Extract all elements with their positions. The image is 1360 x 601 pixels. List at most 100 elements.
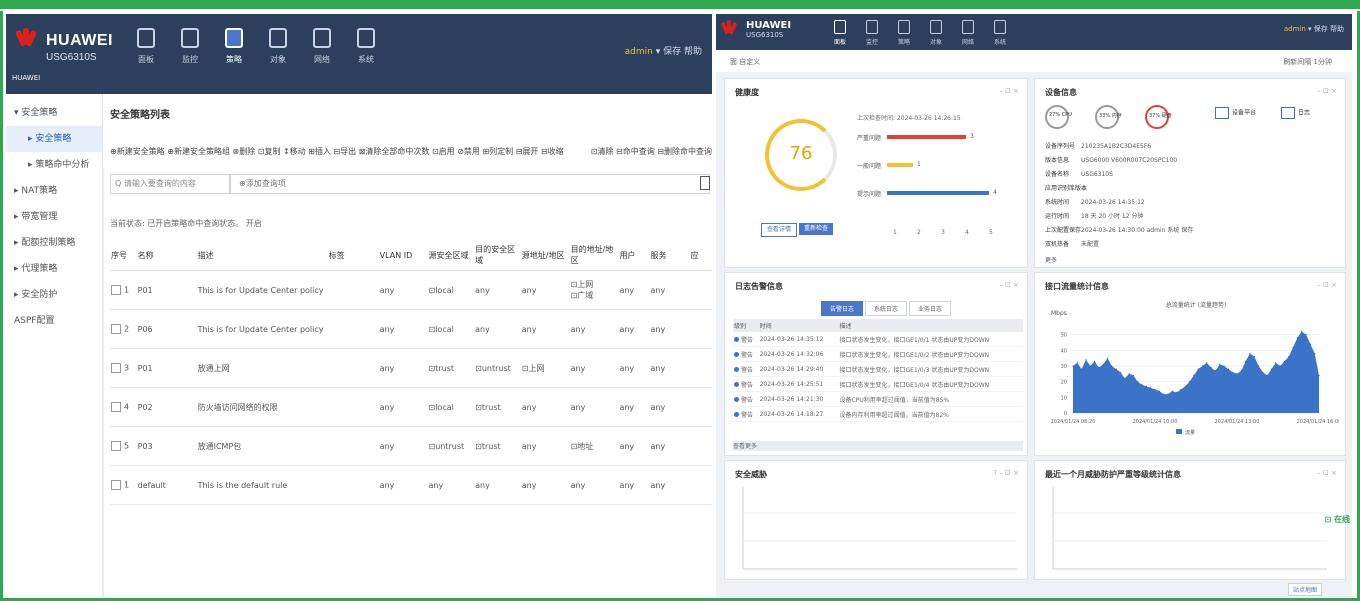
- panel-controls-icon[interactable]: – ⊡ ×: [1317, 281, 1337, 289]
- left-user-info[interactable]: admin ▾ 保存 帮助: [625, 44, 702, 57]
- column-header[interactable]: 名称: [136, 240, 197, 271]
- column-header[interactable]: 描述: [196, 240, 328, 271]
- nav-tab-1[interactable]: 监控: [856, 16, 888, 46]
- cell-vlan: any: [379, 402, 395, 412]
- nav-tab-label: 对象: [929, 39, 942, 46]
- sidebar-item[interactable]: ▸ 代理策略: [6, 256, 102, 282]
- column-header[interactable]: 目的地址/地区: [569, 240, 619, 271]
- search-input[interactable]: Q 请输入要查询的内容: [110, 174, 230, 194]
- sidebar-item[interactable]: ▸ NAT策略: [6, 178, 102, 204]
- sidebar-item[interactable]: ▸ 配额控制策略: [6, 230, 102, 256]
- sidebar-item[interactable]: ▾ 安全策略: [6, 100, 102, 126]
- chat-button[interactable]: ⊡ 在线: [1325, 514, 1351, 525]
- row-checkbox[interactable]: [111, 324, 121, 334]
- table-cell: any: [618, 387, 650, 427]
- level-dot-icon: [734, 381, 739, 387]
- export-icon[interactable]: [700, 176, 710, 190]
- nav-tab-1[interactable]: 监控: [168, 22, 212, 65]
- nav-tab-4[interactable]: 网络: [952, 16, 984, 46]
- user-links[interactable]: ▾ 保存 帮助: [656, 47, 702, 57]
- brand: HUAWEI USG6310S: [46, 32, 113, 63]
- y-tick-label: 40: [1061, 348, 1067, 354]
- column-header[interactable]: 目的安全区域: [474, 240, 521, 271]
- column-header[interactable]: 源安全区域: [427, 240, 475, 271]
- column-header[interactable]: VLAN ID: [378, 240, 428, 271]
- sidebar-item[interactable]: ▸ 带宽管理: [6, 204, 102, 230]
- table-row[interactable]: 1 P01 This is for Update Center policy any ⊡…: [110, 270, 712, 310]
- log-tab[interactable]: 告警日志: [821, 301, 864, 316]
- nav-tab-5[interactable]: 系统: [984, 16, 1016, 46]
- row-checkbox[interactable]: [111, 402, 121, 412]
- nav-tab-3[interactable]: 对象: [256, 22, 300, 65]
- log-column-header: 时间: [758, 319, 839, 332]
- sidebar-scrollbar[interactable]: [102, 168, 104, 598]
- row-checkbox[interactable]: [111, 363, 121, 373]
- nav-tab-4[interactable]: 网络: [300, 22, 344, 65]
- log-row[interactable]: 警告 2024-03-26 14:18:27 设备内存利用率超过阈值，当前值为82%: [733, 406, 1023, 422]
- column-header[interactable]: 服务: [649, 240, 690, 271]
- nav-tab-2[interactable]: 策略: [212, 22, 256, 65]
- row-checkbox[interactable]: [111, 285, 121, 295]
- table-row[interactable]: 5 P03 放通ICMP包 any ⊡untrust ⊡trust any ⊡地址 any any: [110, 426, 712, 466]
- device-more-link[interactable]: 更多: [1045, 255, 1057, 264]
- nav-tab-5[interactable]: 系统: [344, 22, 388, 65]
- device-info-value: 210235A1B2C3D4E5F6: [1081, 143, 1152, 150]
- user-links[interactable]: ▾ 保存 帮助: [1308, 25, 1344, 33]
- log-row[interactable]: 警告 2024-03-26 14:29:40 接口状态发生变化，接口GE1/0/3 …: [733, 361, 1023, 377]
- toolbar-right[interactable]: ⊡清除 ⊟命中查询 ⊟删除命中查询: [591, 146, 712, 157]
- cell-desc: This is for Update Center policy: [197, 285, 324, 295]
- panel-controls-icon[interactable]: – ⊡ ×: [1317, 469, 1337, 477]
- log-desc: 设备内存利用率超过阈值，当前值为82%: [838, 406, 1023, 422]
- column-header[interactable]: 标签: [327, 240, 379, 271]
- view-details-button[interactable]: 查看详情: [761, 223, 798, 237]
- nav-tab-0[interactable]: 面板: [124, 22, 168, 65]
- user-name[interactable]: admin: [1284, 25, 1306, 33]
- custom-view-link[interactable]: 面 自定义: [730, 57, 760, 67]
- column-header[interactable]: 应: [689, 240, 712, 271]
- log-row[interactable]: 警告 2024-03-26 14:25:51 接口状态发生变化，接口GE1/0/4 …: [733, 376, 1023, 392]
- more-logs-link[interactable]: 查看更多: [733, 441, 1023, 451]
- log-tab[interactable]: 业务日志: [909, 301, 952, 316]
- device-icon-item[interactable]: 设备平台: [1215, 107, 1256, 119]
- nav-tab-2[interactable]: 策略: [888, 16, 920, 46]
- device-info-key: 双机热备: [1045, 241, 1070, 248]
- panel-controls-icon[interactable]: – ⊡ ×: [999, 281, 1019, 289]
- table-row[interactable]: 3 P01 放通上网 any ⊡trust ⊡untrust ⊡上网 any any any: [110, 348, 712, 388]
- recheck-button[interactable]: 重新检查: [799, 223, 834, 235]
- right-user-info[interactable]: admin ▾ 保存 帮助: [1284, 24, 1344, 34]
- sidebar-item[interactable]: ▸ 策略命中分析: [6, 152, 102, 178]
- site-map-link[interactable]: 站点地图: [1287, 583, 1322, 596]
- nav-tab-0[interactable]: 面板: [824, 16, 856, 46]
- panel-controls-icon[interactable]: ? – ⊡ ×: [993, 469, 1019, 477]
- chart-subtitle: 总流量统计 (流量趋势): [1166, 301, 1227, 309]
- table-row[interactable]: 4 P02 防火墙访问网络的权限 any ⊡local ⊡trust any any any an…: [110, 387, 712, 427]
- nav-tab-3[interactable]: 对象: [920, 16, 952, 46]
- column-header[interactable]: 用户: [618, 240, 650, 271]
- table-row[interactable]: 2 P06 This is for Update Center policy any ⊡…: [110, 309, 712, 349]
- log-row[interactable]: 警告 2024-03-26 14:35:12 接口状态发生变化，接口GE1/0/1 …: [733, 332, 1023, 347]
- log-row[interactable]: 警告 2024-03-26 14:21:30 设备CPU利用率超过阈值，当前值为85…: [733, 391, 1023, 407]
- row-checkbox[interactable]: [111, 480, 121, 490]
- column-header[interactable]: 源地址/地区: [520, 240, 570, 271]
- log-time: 2024-03-26 14:35:12: [758, 332, 839, 347]
- table-cell: [689, 426, 712, 466]
- panel-controls-icon[interactable]: – ⊡ ×: [1317, 87, 1337, 95]
- user-name[interactable]: admin: [625, 47, 653, 57]
- table-cell: ⊡上网 ⊡广域: [569, 270, 619, 310]
- device-icon-item[interactable]: 日志: [1281, 107, 1310, 119]
- table-row[interactable]: 1 default This is the default rule any any an…: [110, 465, 712, 505]
- sidebar-item[interactable]: ▸ 安全防护: [6, 282, 102, 308]
- log-tab[interactable]: 系统日志: [865, 301, 908, 316]
- cell-desc: 放通ICMP包: [197, 441, 242, 451]
- sidebar-item[interactable]: ▸ 安全策略: [6, 126, 102, 152]
- table-cell: any: [474, 309, 521, 349]
- right-brand: HUAWEI USG6310S: [746, 20, 791, 39]
- add-query-field[interactable]: ⊕添加查询项: [230, 174, 710, 194]
- sidebar-item[interactable]: ASPF配置: [6, 308, 102, 334]
- row-checkbox[interactable]: [111, 441, 121, 451]
- table-cell: ⊡上网: [520, 348, 570, 388]
- column-header[interactable]: 序号: [110, 240, 137, 271]
- panel-controls-icon[interactable]: – ⊡ ×: [999, 87, 1019, 95]
- refresh-interval-select[interactable]: 刷新间隔 1分钟: [1283, 57, 1332, 67]
- log-row[interactable]: 警告 2024-03-26 14:32:06 接口状态发生变化，接口GE1/0/2 …: [733, 346, 1023, 362]
